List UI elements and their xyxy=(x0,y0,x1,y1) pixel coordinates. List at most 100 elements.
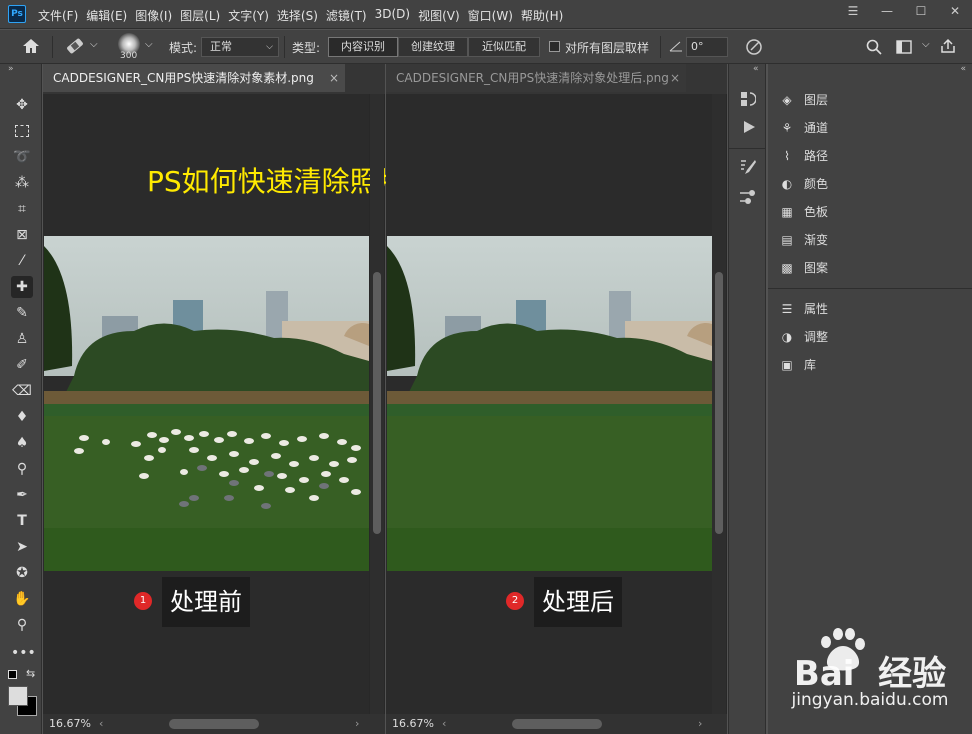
close-icon[interactable]: × xyxy=(329,64,339,92)
gradient-icon: ▤ xyxy=(781,233,793,247)
foreground-color-swatch[interactable] xyxy=(8,686,28,706)
brush-size: 300 xyxy=(120,51,138,61)
healing-brush-icon[interactable]: ✚ xyxy=(11,276,33,298)
history-icon[interactable] xyxy=(740,90,756,108)
hand-tool-icon[interactable]: ✋ xyxy=(11,588,33,610)
chevron-down-icon[interactable]: ⌵ xyxy=(90,39,98,50)
panel-label: 色板 xyxy=(804,205,829,219)
path-selection-icon[interactable]: ➤ xyxy=(11,536,33,558)
zoom-level[interactable]: 16.67% xyxy=(49,714,91,734)
create-texture-button[interactable]: 创建纹理 xyxy=(398,37,468,57)
blur-tool-icon[interactable]: ♠ xyxy=(11,432,33,454)
collapse-icon[interactable]: « xyxy=(960,64,966,74)
lasso-tool-icon[interactable]: ➰ xyxy=(11,146,33,168)
mode-select[interactable]: 正常 ⌵ xyxy=(201,37,279,57)
panel-libraries[interactable]: ▣ 库 xyxy=(778,353,816,377)
play-icon[interactable] xyxy=(742,120,756,134)
more-tools-icon[interactable]: ••• xyxy=(11,642,36,664)
sample-all-label[interactable]: 对所有图层取样 xyxy=(565,39,649,56)
menu-view[interactable]: 视图(V) xyxy=(418,7,460,24)
step-badge: 1 xyxy=(134,592,152,610)
eyedropper-icon[interactable]: ⁄ xyxy=(11,250,33,272)
brushes-icon[interactable] xyxy=(739,188,757,206)
menu-image[interactable]: 图像(I) xyxy=(135,7,172,24)
chevron-right-icon[interactable]: › xyxy=(698,714,702,734)
collapse-icon[interactable]: » xyxy=(8,64,14,74)
vertical-scrollbar[interactable] xyxy=(712,94,726,714)
scroll-thumb[interactable] xyxy=(373,272,381,534)
panel-patterns[interactable]: ▩ 图案 xyxy=(778,256,828,280)
canvas-before[interactable]: PS如何快速清除照片上多而杂乱的对象 1 处理前 xyxy=(43,94,630,714)
pen-tool-icon[interactable]: ✒ xyxy=(11,484,33,506)
menu-filter[interactable]: 滤镜(T) xyxy=(326,7,367,24)
panel-properties[interactable]: ☰ 属性 xyxy=(778,297,828,321)
collapse-icon[interactable]: « xyxy=(753,64,759,74)
pressure-icon[interactable] xyxy=(745,38,763,56)
stamp-tool-icon[interactable]: ♙ xyxy=(11,328,33,350)
menu-edit[interactable]: 编辑(E) xyxy=(86,7,127,24)
mode-value: 正常 xyxy=(210,40,232,53)
tab-document-after[interactable]: CADDESIGNER_CN用PS快速清除对象处理后.png × xyxy=(386,64,686,92)
baidu-watermark: Bai 经验 jingyan.baidu.com xyxy=(768,624,972,724)
zoom-level[interactable]: 16.67% xyxy=(392,714,434,734)
panel-gradients[interactable]: ▤ 渐变 xyxy=(778,228,828,252)
panel-label: 通道 xyxy=(804,121,829,135)
workspace-icon[interactable] xyxy=(896,40,912,54)
default-colors-icon[interactable] xyxy=(8,670,17,679)
panel-layers[interactable]: ◈ 图层 xyxy=(778,88,828,112)
dodge-tool-icon[interactable]: ⚲ xyxy=(11,458,33,480)
move-tool-icon[interactable]: ✥ xyxy=(11,94,33,116)
horizontal-scroll-thumb[interactable] xyxy=(512,719,602,729)
horizontal-scroll-thumb[interactable] xyxy=(169,719,259,729)
vertical-scrollbar[interactable] xyxy=(370,94,384,714)
panel-paths[interactable]: ⌇ 路径 xyxy=(778,144,828,168)
panel-swatches[interactable]: ▦ 色板 xyxy=(778,200,828,224)
paint-bucket-icon[interactable]: ♦ xyxy=(11,406,33,428)
panel-channels[interactable]: ⚘ 通道 xyxy=(778,116,828,140)
tab-document-before[interactable]: CADDESIGNER_CN用PS快速清除对象素材.png × xyxy=(43,64,345,92)
search-icon[interactable] xyxy=(866,39,882,55)
chevron-left-icon[interactable]: ‹ xyxy=(442,714,446,734)
eraser-tool-icon[interactable]: ⌫ xyxy=(11,380,33,402)
type-tool-icon[interactable]: T xyxy=(11,510,33,532)
magic-wand-icon[interactable]: ⁂ xyxy=(11,172,33,194)
zoom-tool-icon[interactable]: ⚲ xyxy=(11,614,33,636)
frame-tool-icon[interactable]: ⊠ xyxy=(11,224,33,246)
proximity-match-button[interactable]: 近似匹配 xyxy=(468,37,540,57)
menu-layer[interactable]: 图层(L) xyxy=(180,7,220,24)
content-aware-button[interactable]: 内容识别 xyxy=(328,37,398,57)
menu-window[interactable]: 窗口(W) xyxy=(468,7,513,24)
minimize-button[interactable]: — xyxy=(870,0,904,22)
swatches-icon: ▦ xyxy=(781,205,793,219)
brush-tool-icon[interactable]: ✎ xyxy=(11,302,33,324)
menu-3d[interactable]: 3D(D) xyxy=(375,7,410,24)
chevron-left-icon[interactable]: ‹ xyxy=(99,714,103,734)
chevron-right-icon[interactable]: › xyxy=(355,714,359,734)
close-icon[interactable]: × xyxy=(670,64,680,92)
patch-tool-icon[interactable] xyxy=(64,36,86,56)
panel-color[interactable]: ◐ 颜色 xyxy=(778,172,828,196)
menu-file[interactable]: 文件(F) xyxy=(38,7,78,24)
menu-select[interactable]: 选择(S) xyxy=(277,7,318,24)
marquee-tool-icon[interactable] xyxy=(11,120,33,142)
maximize-button[interactable]: ☐ xyxy=(904,0,938,22)
angle-input[interactable]: 0° xyxy=(686,37,728,57)
close-window-button[interactable]: ✕ xyxy=(938,0,972,22)
crop-tool-icon[interactable]: ⌗ xyxy=(11,198,33,220)
panel-adjustments[interactable]: ◑ 调整 xyxy=(778,325,828,349)
sample-all-checkbox[interactable] xyxy=(549,41,560,52)
chevron-down-icon[interactable]: ⌵ xyxy=(145,39,153,50)
chevron-down-icon[interactable]: ⌵ xyxy=(922,39,930,50)
history-brush-icon[interactable]: ✐ xyxy=(11,354,33,376)
scroll-thumb[interactable] xyxy=(715,272,723,534)
workspace-menu-icon[interactable]: ☰ xyxy=(836,0,870,22)
divider xyxy=(284,36,285,58)
swap-colors-icon[interactable]: ⇆ xyxy=(26,667,35,680)
brush-settings-icon[interactable] xyxy=(739,158,757,176)
canvas-after[interactable]: 2 处理后 xyxy=(386,94,712,714)
share-icon[interactable] xyxy=(940,38,956,54)
custom-shape-icon[interactable]: ✪ xyxy=(11,562,33,584)
menu-type[interactable]: 文字(Y) xyxy=(228,7,269,24)
home-icon[interactable] xyxy=(22,38,40,54)
menu-help[interactable]: 帮助(H) xyxy=(521,7,563,24)
